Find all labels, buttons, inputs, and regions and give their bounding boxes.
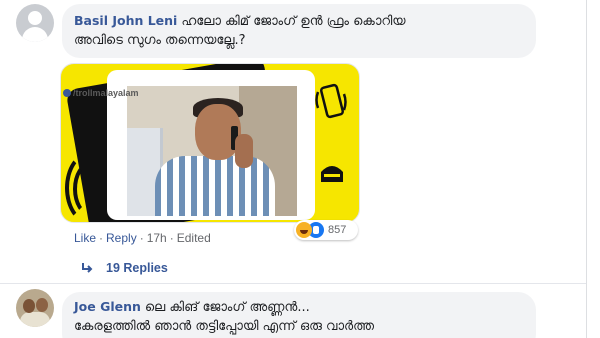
separator-dot: · — [139, 231, 144, 245]
comment-text: Joe Glenn ലെ കിങ് ജോംഗ് അണ്ണൻ... — [74, 297, 524, 317]
avatar-photo-body — [20, 312, 50, 327]
comment-timestamp[interactable]: 17h — [147, 231, 167, 245]
scene-person-shirt — [155, 156, 275, 216]
comment-text-line-2: അവിടെ സുഗം തന്നെയല്ലേ.? — [74, 33, 246, 48]
avatar-photo-person — [36, 298, 48, 312]
sound-wave-icon — [73, 162, 107, 216]
comment-divider — [0, 283, 586, 284]
reaction-count: 857 — [328, 224, 347, 236]
scene-person-hand — [235, 134, 253, 168]
meme-watermark-text: /trollmalayalam — [73, 88, 139, 98]
avatar-body-shape — [22, 27, 48, 42]
haha-reaction-icon — [296, 222, 312, 238]
comment-actions: Like · Reply · 17h · Edited — [74, 231, 211, 245]
replies-count-label: 19 Replies — [106, 261, 168, 275]
meme-watermark: /trollmalayalam — [63, 88, 139, 98]
comment-attached-photo[interactable]: /trollmalayalam — [60, 63, 360, 223]
mobile-phone-icon — [315, 83, 347, 119]
view-replies-link[interactable]: 19 Replies — [80, 261, 168, 275]
avatar-photo-person — [23, 299, 35, 313]
comment-text-line-1: ലെ കിങ് ജോംഗ് അണ്ണൻ... — [144, 300, 310, 315]
right-edge-border — [586, 0, 600, 338]
reactions-summary[interactable]: 857 — [294, 220, 358, 240]
reply-arrow-icon — [82, 263, 93, 273]
comment-bubble: Joe Glenn ലെ കിങ് ജോംഗ് അണ്ണൻ... കേരളത്തി… — [62, 292, 536, 338]
avatar-head-shape — [28, 11, 42, 25]
meme-photo-scene — [127, 86, 297, 216]
troll-logo-icon — [321, 166, 343, 182]
comment-text: Basil John Leni ഹലോ കിമ് ജോംഗ് ഉൻ ഫ്രം കൊ… — [74, 11, 524, 31]
separator-dot: · — [99, 231, 104, 245]
comment-text-line-1: ഹലോ കിമ് ജോംഗ് ഉൻ ഫ്രം കൊറിയ — [181, 14, 406, 29]
edited-label[interactable]: Edited — [177, 231, 211, 245]
comment-bubble: Basil John Leni ഹലോ കിമ് ജോംഗ് ഉൻ ഫ്രം കൊ… — [62, 4, 536, 58]
reply-link[interactable]: Reply — [106, 231, 137, 245]
comment-author-link[interactable]: Basil John Leni — [74, 13, 177, 28]
separator-dot: · — [169, 231, 174, 245]
avatar-default[interactable] — [16, 4, 54, 42]
avatar-joe-glenn[interactable] — [16, 289, 54, 327]
comment-text-line-2: കേരളത്തിൽ ഞാൻ തട്ടിപ്പോയി എന്ന് ഒരു വാർത… — [74, 319, 375, 334]
comment-author-link[interactable]: Joe Glenn — [74, 299, 141, 314]
like-link[interactable]: Like — [74, 231, 96, 245]
facebook-icon — [63, 89, 71, 97]
